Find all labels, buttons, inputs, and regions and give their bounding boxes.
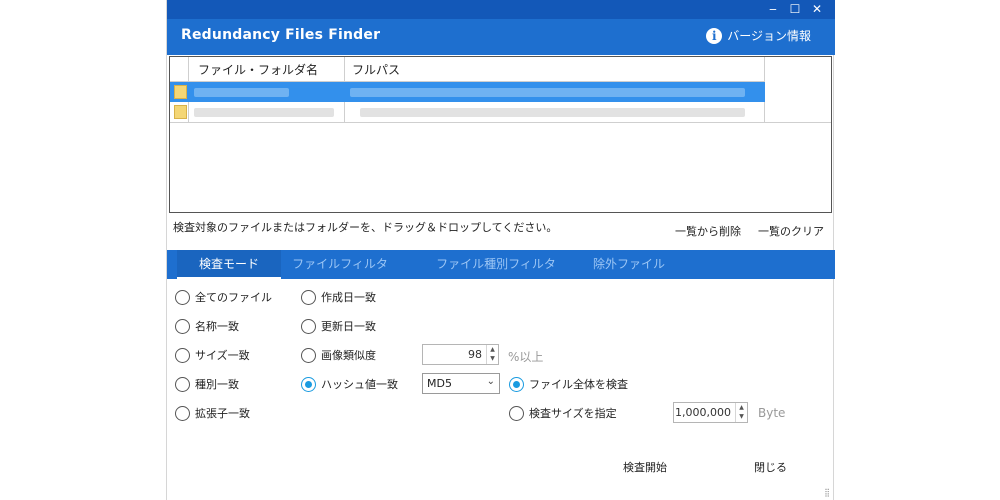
file-list[interactable]: ファイル・フォルダ名 フルパス (169, 56, 832, 213)
spinner-arrows: ▲ ▼ (486, 345, 498, 364)
radio-circle (301, 289, 316, 305)
radio-label: 名称一致 (195, 320, 239, 333)
remove-from-list-button[interactable]: 一覧から削除 (675, 223, 741, 239)
radio-label: ハッシュ値一致 (321, 378, 398, 391)
close-window-button[interactable]: 閉じる (754, 459, 787, 475)
version-info-label: バージョン情報 (727, 29, 811, 43)
radio-inspect-whole-file[interactable]: ファイル全体を検査 (509, 376, 628, 392)
radio-modified-date-match[interactable]: 更新日一致 (301, 318, 376, 334)
inspect-size-value: 1,000,000 (675, 406, 731, 419)
row-divider (170, 122, 831, 123)
radio-circle (175, 289, 190, 305)
hash-algorithm-value: MD5 (427, 377, 452, 390)
app-window: ‒ ☐ ✕ Redundancy Files Finder i バージョン情報 … (166, 0, 835, 500)
radio-circle (175, 376, 190, 392)
title-bar: ‒ ☐ ✕ (167, 0, 835, 19)
radio-circle (175, 318, 190, 334)
app-title: Redundancy Files Finder (181, 27, 381, 43)
similarity-unit: %以上 (508, 350, 544, 364)
clear-list-button[interactable]: 一覧のクリア (758, 223, 824, 239)
tab-excluded-files[interactable]: 除外ファイル (579, 250, 679, 279)
close-button[interactable]: ✕ (807, 1, 827, 18)
spinner-up-icon[interactable]: ▲ (487, 345, 498, 354)
redacted-name (194, 108, 334, 117)
radio-created-date-match[interactable]: 作成日一致 (301, 289, 376, 305)
radio-extension-match[interactable]: 拡張子一致 (175, 405, 250, 421)
radio-circle (301, 318, 316, 334)
spinner-up-icon[interactable]: ▲ (736, 403, 747, 412)
redacted-path (350, 88, 745, 97)
file-list-header: ファイル・フォルダ名 フルパス (170, 57, 765, 82)
radio-label: ファイル全体を検査 (529, 378, 628, 391)
spinner-down-icon[interactable]: ▼ (487, 354, 498, 363)
radio-specify-inspect-size[interactable]: 検査サイズを指定 (509, 405, 617, 421)
radio-label: 画像類似度 (321, 349, 376, 362)
redacted-name (194, 88, 289, 97)
tab-file-filter[interactable]: ファイルフィルタ (285, 250, 395, 279)
inspect-size-unit: Byte (758, 406, 786, 420)
maximize-button[interactable]: ☐ (785, 1, 805, 18)
spinner-down-icon[interactable]: ▼ (736, 412, 747, 421)
start-inspection-button[interactable]: 検査開始 (623, 459, 667, 475)
radio-all-files[interactable]: 全てのファイル (175, 289, 272, 305)
radio-name-match[interactable]: 名称一致 (175, 318, 239, 334)
folder-icon (174, 105, 187, 119)
radio-circle (301, 376, 316, 392)
radio-label: 検査サイズを指定 (529, 407, 617, 420)
radio-label: 拡張子一致 (195, 407, 250, 420)
version-info-button[interactable]: i バージョン情報 (706, 27, 811, 44)
radio-circle (509, 376, 524, 392)
radio-hash-match[interactable]: ハッシュ値一致 (301, 376, 398, 392)
column-name[interactable]: ファイル・フォルダ名 (198, 61, 318, 78)
info-icon: i (706, 27, 723, 44)
radio-circle (175, 405, 190, 421)
radio-circle (175, 347, 190, 363)
radio-label: 作成日一致 (321, 291, 376, 304)
radio-label: 種別一致 (195, 378, 239, 391)
radio-image-similarity[interactable]: 画像類似度 (301, 347, 376, 363)
radio-dot (513, 380, 520, 388)
radio-type-match[interactable]: 種別一致 (175, 376, 239, 392)
tab-inspection-mode[interactable]: 検査モード (177, 250, 281, 279)
similarity-spinner[interactable]: 98 ▲ ▼ (422, 344, 499, 365)
folder-icon (174, 85, 187, 99)
radio-label: 更新日一致 (321, 320, 376, 333)
redacted-path (360, 108, 745, 117)
chevron-down-icon: ⌄ (486, 376, 495, 387)
similarity-value: 98 (468, 348, 482, 361)
tab-bar: 検査モード ファイルフィルタ ファイル種別フィルタ 除外ファイル (167, 250, 835, 279)
radio-circle (301, 347, 316, 363)
tab-file-type-filter[interactable]: ファイル種別フィルタ (421, 250, 571, 279)
radio-label: サイズ一致 (195, 349, 250, 362)
table-row[interactable] (170, 82, 765, 102)
radio-label: 全てのファイル (195, 291, 272, 304)
radio-circle (509, 405, 524, 421)
resize-grip-icon[interactable]: ⣿ (824, 488, 830, 497)
table-row[interactable] (170, 102, 765, 122)
hash-algorithm-select[interactable]: MD5 ⌄ (422, 373, 500, 394)
inspect-size-spinner[interactable]: 1,000,000 ▲ ▼ (673, 402, 748, 423)
column-fullpath[interactable]: フルパス (352, 61, 400, 78)
radio-size-match[interactable]: サイズ一致 (175, 347, 250, 363)
app-header: Redundancy Files Finder i バージョン情報 (167, 19, 835, 55)
drop-hint: 検査対象のファイルまたはフォルダーを、ドラッグ＆ドロップしてください。 (173, 221, 558, 234)
spinner-arrows: ▲ ▼ (735, 403, 747, 422)
radio-dot (305, 380, 312, 388)
minimize-button[interactable]: ‒ (763, 1, 783, 18)
